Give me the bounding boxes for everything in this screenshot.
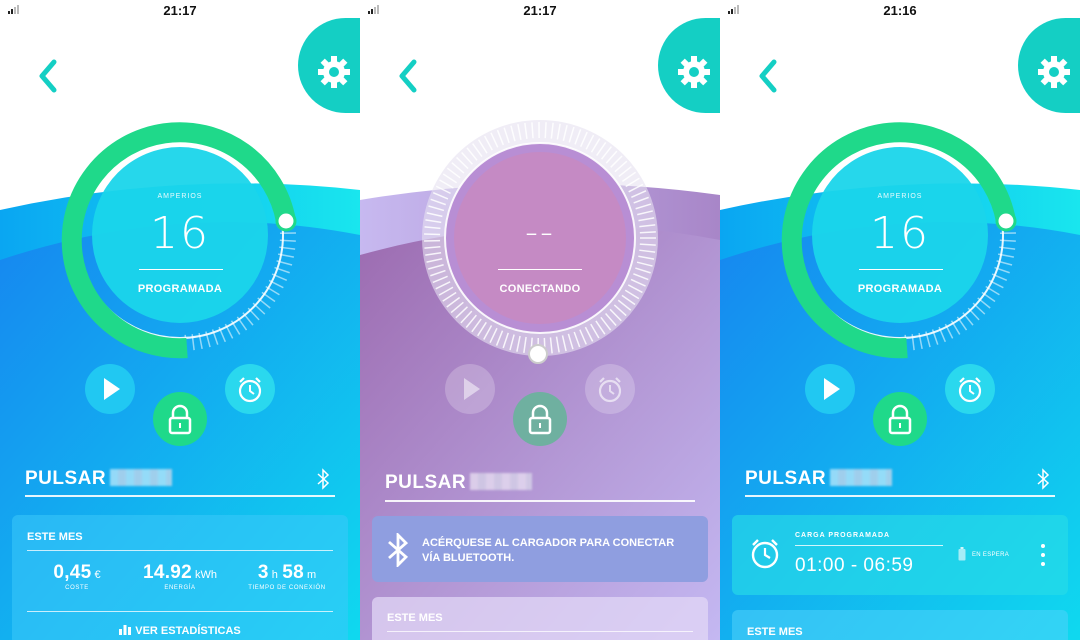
play-button[interactable] bbox=[805, 364, 855, 414]
cost-stat: 0,45 € COSTE bbox=[53, 562, 101, 591]
card-divider bbox=[27, 550, 333, 551]
bluetooth-icon bbox=[388, 533, 409, 567]
device-name: PULSAR bbox=[745, 468, 893, 490]
lock-icon bbox=[528, 404, 552, 435]
schedule-button[interactable] bbox=[585, 364, 635, 414]
dial-divider bbox=[498, 269, 582, 270]
ampere-value: 16 bbox=[870, 208, 930, 259]
schedule-divider bbox=[795, 545, 943, 546]
gear-icon bbox=[1038, 56, 1070, 88]
charge-state: PROGRAMADA bbox=[857, 283, 943, 295]
ampere-value: 16 bbox=[150, 208, 210, 259]
device-divider bbox=[745, 495, 1055, 497]
clock: 21:17 bbox=[523, 3, 557, 18]
status-bar: 21:17 bbox=[360, 0, 720, 20]
bluetooth-notice-card: ACÉRQUESE AL CARGADOR PARA CONECTAR VÍA B… bbox=[372, 516, 708, 582]
screen-charger-programmed: 21:17 AMPERIOS 16 PROGRAMADA PULSAR ESTE… bbox=[0, 0, 360, 640]
schedule-button[interactable] bbox=[945, 364, 995, 414]
schedule-title: CARGA PROGRAMADA bbox=[795, 532, 891, 539]
ampere-value: -- bbox=[525, 212, 555, 253]
dial-divider bbox=[139, 269, 223, 270]
play-icon bbox=[464, 378, 480, 400]
clock: 21:16 bbox=[883, 3, 917, 18]
play-icon bbox=[824, 378, 840, 400]
charge-state: PROGRAMADA bbox=[137, 283, 223, 295]
bluetooth-icon[interactable] bbox=[1035, 468, 1051, 490]
monthly-stats-card: ESTE MES bbox=[372, 597, 708, 640]
back-chevron-icon[interactable] bbox=[750, 56, 790, 96]
energy-stat: 14.92 kWh ENERGÍA bbox=[142, 562, 218, 591]
clock: 21:17 bbox=[163, 3, 197, 18]
bluetooth-icon[interactable] bbox=[315, 468, 331, 490]
dial-tick bbox=[544, 122, 547, 139]
notice-text: ACÉRQUESE AL CARGADOR PARA CONECTAR VÍA B… bbox=[422, 537, 675, 564]
card-divider bbox=[27, 611, 333, 612]
device-divider bbox=[385, 500, 695, 502]
alarm-clock-icon bbox=[238, 377, 262, 403]
back-chevron-icon[interactable] bbox=[390, 56, 430, 96]
device-name: PULSAR bbox=[25, 468, 173, 490]
lock-button[interactable] bbox=[873, 392, 927, 446]
play-button[interactable] bbox=[85, 364, 135, 414]
gear-icon bbox=[678, 56, 710, 88]
card-title: ESTE MES bbox=[387, 612, 443, 624]
card-divider bbox=[387, 631, 693, 632]
view-statistics-link[interactable]: VER ESTADÍSTICAS bbox=[12, 624, 348, 637]
schedule-button[interactable] bbox=[225, 364, 275, 414]
redacted-serial bbox=[110, 469, 173, 486]
play-button[interactable] bbox=[445, 364, 495, 414]
card-title: ESTE MES bbox=[27, 531, 83, 543]
dial-handle[interactable] bbox=[528, 344, 548, 364]
dial-label: AMPERIOS bbox=[877, 193, 923, 200]
status-bar: 21:16 bbox=[720, 0, 1080, 20]
charge-state: CONECTANDO bbox=[499, 283, 581, 295]
lock-button[interactable] bbox=[153, 392, 207, 446]
monthly-stats-card: ESTE MES 0,45 € COSTE 14.92 kWh ENERGÍA 3h… bbox=[12, 515, 348, 640]
alarm-clock-icon bbox=[958, 377, 982, 403]
play-icon bbox=[104, 378, 120, 400]
card-title: ESTE MES bbox=[747, 626, 803, 638]
connection-time-stat: 3h 58 m TIEMPO DE CONEXIÓN bbox=[248, 562, 326, 591]
battery-icon bbox=[958, 547, 966, 561]
monthly-stats-card: ESTE MES bbox=[732, 610, 1068, 640]
schedule-range: 01:00 - 06:59 bbox=[795, 555, 914, 576]
screen-charger-connecting: 21:17 -- CONECTANDO PULSAR ACÉRQUESE AL … bbox=[360, 0, 720, 640]
lock-icon bbox=[888, 404, 912, 435]
device-divider bbox=[25, 495, 335, 497]
more-vertical-icon[interactable] bbox=[1040, 543, 1046, 567]
schedule-status: EN ESPERA bbox=[972, 552, 1010, 558]
lock-icon bbox=[168, 404, 192, 435]
alarm-clock-icon bbox=[751, 539, 779, 569]
status-bar: 21:17 bbox=[0, 0, 360, 20]
device-name: PULSAR bbox=[385, 472, 533, 494]
dial-label: AMPERIOS bbox=[157, 193, 203, 200]
screen-charger-scheduled: 21:16 AMPERIOS 16 PROGRAMADA PULSAR CARG… bbox=[720, 0, 1080, 640]
redacted-serial bbox=[470, 473, 533, 490]
redacted-serial bbox=[830, 469, 893, 486]
gear-icon bbox=[318, 56, 350, 88]
alarm-clock-icon bbox=[598, 377, 622, 403]
bar-chart-icon bbox=[119, 625, 132, 635]
dial-divider bbox=[859, 269, 943, 270]
back-chevron-icon[interactable] bbox=[30, 56, 70, 96]
scheduled-charge-card[interactable]: CARGA PROGRAMADA 01:00 - 06:59 EN ESPERA bbox=[732, 515, 1068, 595]
lock-button[interactable] bbox=[513, 392, 567, 446]
